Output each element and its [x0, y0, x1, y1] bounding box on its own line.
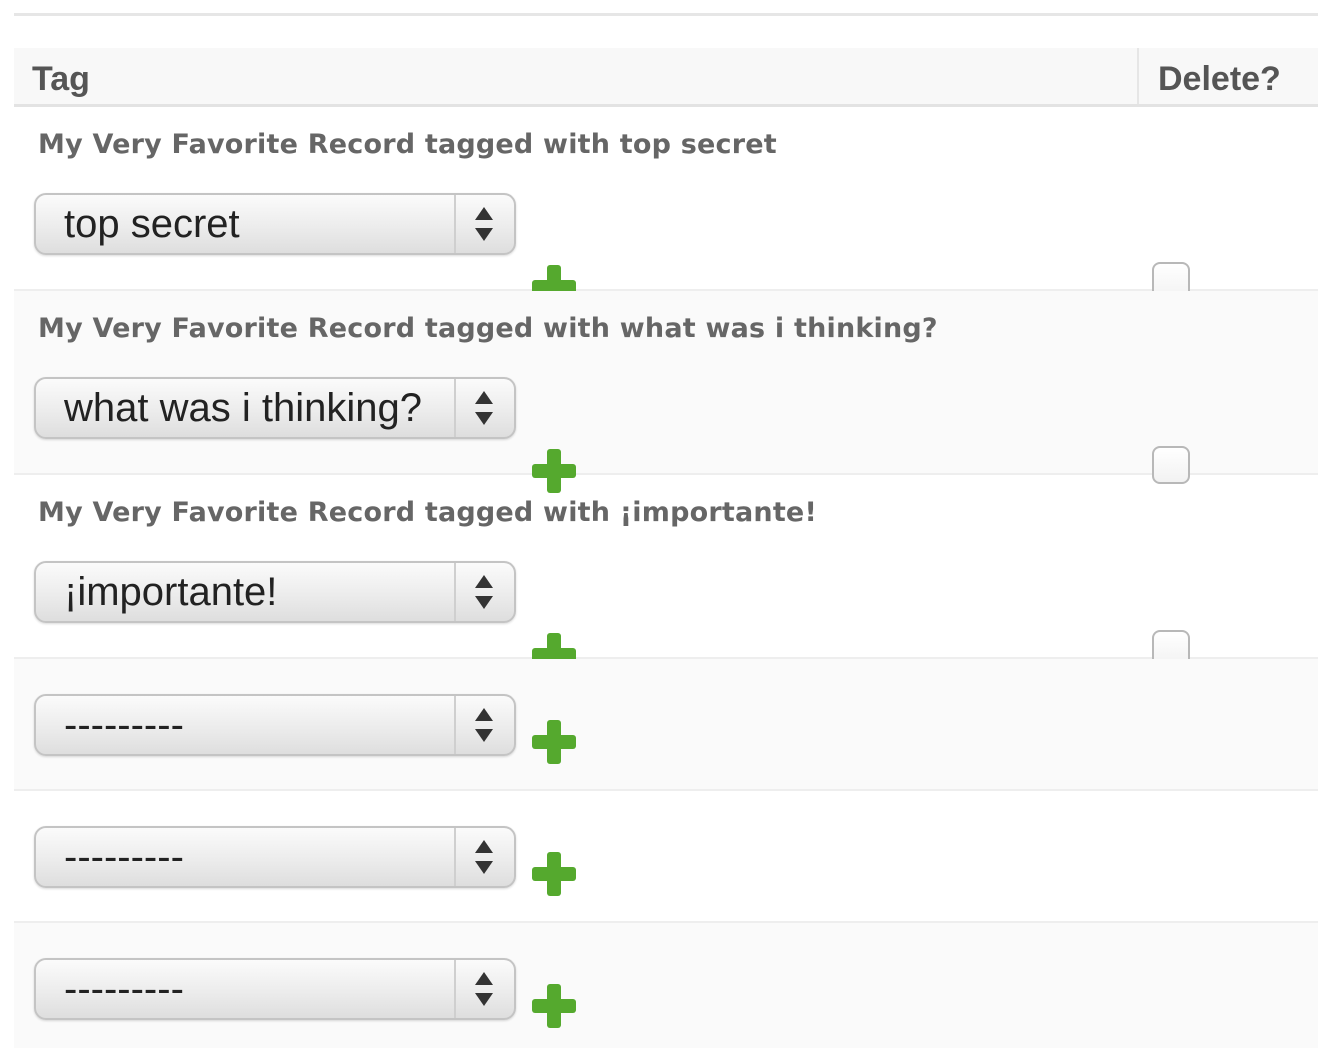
- tag-select[interactable]: ---------: [34, 958, 516, 1020]
- table-row: ---------: [14, 791, 1318, 923]
- tag-select[interactable]: ¡importante!: [34, 561, 516, 623]
- updown-arrows-icon: [454, 960, 514, 1018]
- tags-table: Tag Delete? My Very Favorite Record tagg…: [14, 48, 1318, 1048]
- row-label: My Very Favorite Record tagged with top …: [38, 129, 777, 160]
- updown-arrows-icon: [454, 195, 514, 253]
- tag-select[interactable]: top secret: [34, 193, 516, 255]
- page: Tag Delete? My Very Favorite Record tagg…: [0, 0, 1318, 1048]
- table-header: Tag Delete?: [14, 48, 1318, 107]
- updown-arrows-icon: [454, 828, 514, 886]
- tag-select-value: ¡importante!: [64, 570, 278, 614]
- tag-select-value: ---------: [64, 967, 184, 1011]
- updown-arrows-icon: [454, 696, 514, 754]
- tag-select-value: top secret: [64, 202, 240, 246]
- top-divider: [14, 13, 1318, 16]
- row-label: My Very Favorite Record tagged with what…: [38, 313, 938, 344]
- table-row: My Very Favorite Record tagged with what…: [14, 291, 1318, 493]
- tag-select[interactable]: ---------: [34, 694, 516, 756]
- tag-select[interactable]: what was i thinking?: [34, 377, 516, 439]
- table-row: My Very Favorite Record tagged with ¡imp…: [14, 475, 1318, 677]
- table-row: ---------: [14, 659, 1318, 791]
- plus-icon[interactable]: [530, 718, 578, 766]
- updown-arrows-icon: [454, 379, 514, 437]
- plus-icon[interactable]: [530, 982, 578, 1030]
- tag-select[interactable]: ---------: [34, 826, 516, 888]
- header-delete: Delete?: [1137, 48, 1318, 104]
- table-row: My Very Favorite Record tagged with top …: [14, 107, 1318, 309]
- updown-arrows-icon: [454, 563, 514, 621]
- row-label: My Very Favorite Record tagged with ¡imp…: [38, 497, 817, 528]
- plus-icon[interactable]: [530, 850, 578, 898]
- tag-select-value: ---------: [64, 835, 184, 879]
- tag-select-value: ---------: [64, 703, 184, 747]
- tag-select-value: what was i thinking?: [64, 386, 422, 430]
- table-row: ---------: [14, 923, 1318, 1048]
- header-tag: Tag: [32, 60, 90, 98]
